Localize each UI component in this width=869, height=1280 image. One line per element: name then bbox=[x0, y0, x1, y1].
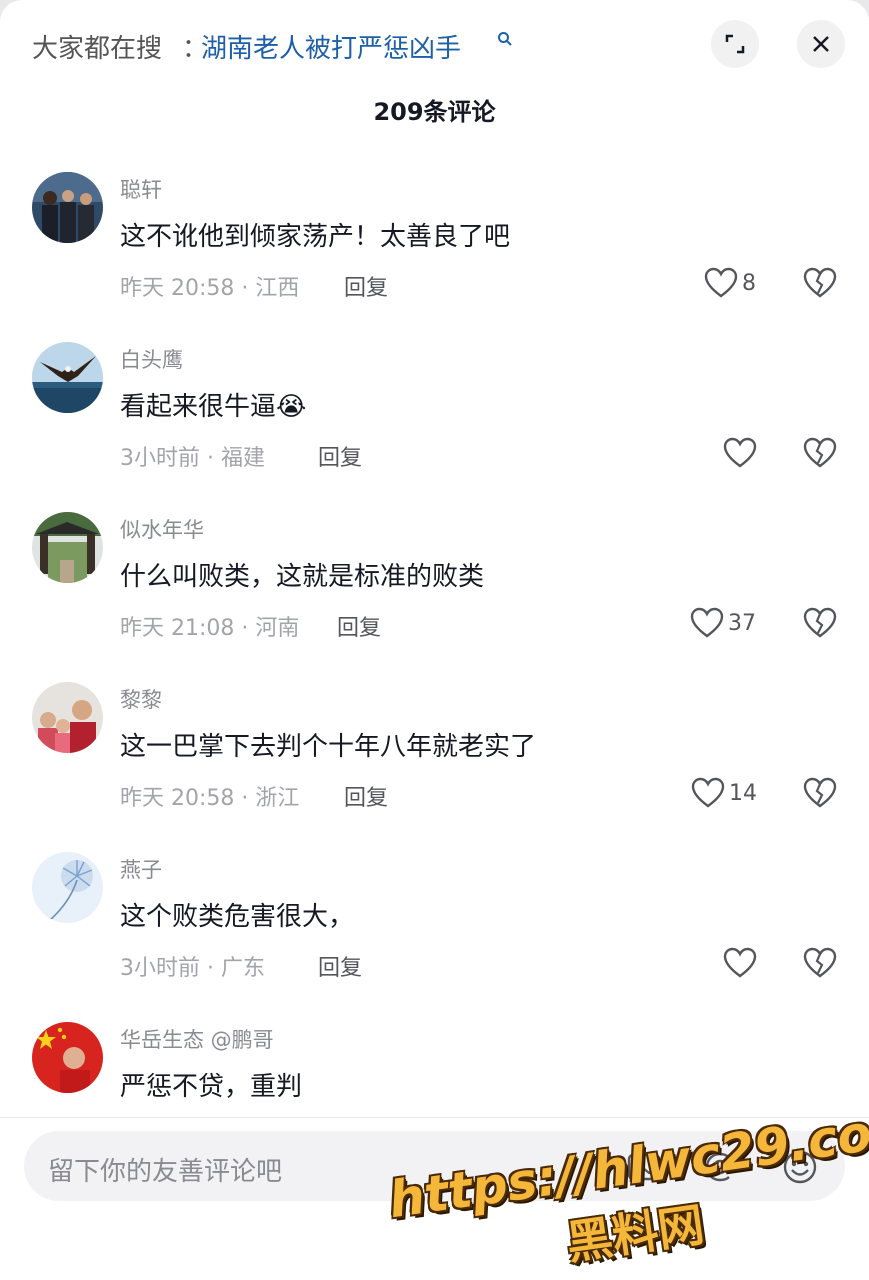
comment-meta: 昨天 21:08 · 河南 bbox=[120, 616, 300, 641]
image-icon[interactable] bbox=[624, 1147, 664, 1187]
comment-text: 这不讹他到倾家荡产！太善良了吧 bbox=[120, 222, 511, 252]
group-photo-avatar bbox=[32, 172, 103, 243]
reply-button[interactable]: 回复 bbox=[318, 440, 362, 472]
eagle-avatar bbox=[32, 342, 103, 413]
reply-button[interactable]: 回复 bbox=[344, 780, 388, 812]
avatar[interactable] bbox=[32, 512, 103, 583]
comment-sheet: 大家都在搜 ： 湖南老人被打严惩凶手 209条评论 聪轩 这不讹他到倾家荡产！太… bbox=[0, 0, 869, 1280]
comment-text: 严惩不贷，重判 bbox=[120, 1072, 303, 1102]
comment-item: 白头鹰 看起来很牛逼😭 3小时前 · 福建 回复 bbox=[0, 342, 869, 512]
watermark-site-name: 黑料网 bbox=[563, 1197, 708, 1270]
search-prefix-label: 大家都在搜 bbox=[32, 34, 163, 64]
expand-button[interactable] bbox=[711, 20, 759, 68]
comment-author[interactable]: 华岳生态 @鹏哥 bbox=[120, 1024, 274, 1054]
heart-icon bbox=[723, 947, 757, 978]
comment-item: 似水年华 什么叫败类，这就是标准的败类 昨天 21:08 · 河南 回复 37 bbox=[0, 512, 869, 682]
comment-item: 黎黎 这一巴掌下去判个十年八年就老实了 昨天 20:58 · 浙江 回复 14 bbox=[0, 682, 869, 852]
input-divider bbox=[0, 1117, 869, 1118]
dandelion-avatar bbox=[32, 852, 103, 923]
comment-count-title: 209条评论 bbox=[373, 98, 496, 126]
broken-heart-icon[interactable] bbox=[803, 436, 837, 470]
avatar[interactable] bbox=[32, 1022, 103, 1093]
comment-input-placeholder: 留下你的友善评论吧 bbox=[48, 1157, 283, 1187]
comment-item: 华岳生态 @鹏哥 严惩不贷，重判 bbox=[0, 1022, 869, 1117]
family-photo-avatar bbox=[32, 682, 103, 753]
comment-meta: 昨天 20:58 · 江西 bbox=[120, 276, 300, 301]
avatar[interactable] bbox=[32, 852, 103, 923]
heart-icon bbox=[723, 437, 757, 468]
broken-heart-icon[interactable] bbox=[803, 946, 837, 980]
comment-meta: 昨天 20:58 · 浙江 bbox=[120, 786, 300, 811]
comment-meta: 3小时前 · 福建 bbox=[120, 446, 265, 471]
comment-text: 这个败类危害很大， bbox=[120, 902, 355, 932]
comment-item: 燕子 这个败类危害很大， 3小时前 · 广东 回复 bbox=[0, 852, 869, 1022]
broken-heart-icon[interactable] bbox=[803, 266, 837, 300]
emoji-icon[interactable] bbox=[780, 1147, 820, 1187]
close-button[interactable] bbox=[797, 20, 845, 68]
comment-author[interactable]: 似水年华 bbox=[120, 514, 204, 544]
comment-text: 什么叫败类，这就是标准的败类 bbox=[120, 562, 485, 592]
heart-icon bbox=[691, 777, 725, 808]
avatar[interactable] bbox=[32, 172, 103, 243]
comment-item: 聪轩 这不讹他到倾家荡产！太善良了吧 昨天 20:58 · 江西 回复 8 bbox=[0, 172, 869, 342]
comment-meta: 3小时前 · 广东 bbox=[120, 956, 265, 981]
reply-button[interactable]: 回复 bbox=[337, 610, 381, 642]
like-button[interactable]: 8 bbox=[704, 266, 756, 300]
search-term-link[interactable]: 湖南老人被打严惩凶手 bbox=[201, 28, 461, 65]
heart-icon bbox=[704, 267, 738, 298]
broken-heart-icon[interactable] bbox=[803, 606, 837, 640]
comment-text: 这一巴掌下去判个十年八年就老实了 bbox=[120, 732, 537, 762]
avatar[interactable] bbox=[32, 342, 103, 413]
close-icon bbox=[813, 36, 829, 52]
broken-heart-icon[interactable] bbox=[803, 776, 837, 810]
at-icon[interactable] bbox=[700, 1147, 740, 1187]
comment-text: 看起来很牛逼😭 bbox=[120, 392, 307, 422]
comment-author[interactable]: 白头鹰 bbox=[120, 344, 183, 374]
garden-gate-avatar bbox=[32, 512, 103, 583]
like-count: 8 bbox=[742, 270, 756, 296]
like-count: 37 bbox=[728, 610, 756, 636]
comment-input[interactable]: 留下你的友善评论吧 bbox=[24, 1131, 845, 1201]
search-suggestion-bar[interactable]: 大家都在搜 ： 湖南老人被打严惩凶手 bbox=[0, 0, 869, 90]
like-button[interactable]: 37 bbox=[690, 606, 756, 640]
avatar[interactable] bbox=[32, 682, 103, 753]
like-button[interactable]: 14 bbox=[691, 776, 757, 810]
reply-button[interactable]: 回复 bbox=[344, 270, 388, 302]
search-icon bbox=[498, 32, 512, 46]
like-button[interactable] bbox=[723, 436, 761, 470]
comment-author[interactable]: 黎黎 bbox=[120, 684, 162, 714]
expand-icon bbox=[725, 34, 745, 54]
like-button[interactable] bbox=[723, 946, 761, 980]
reply-button[interactable]: 回复 bbox=[318, 950, 362, 982]
heart-icon bbox=[690, 607, 724, 638]
flag-portrait-avatar bbox=[32, 1022, 103, 1093]
like-count: 14 bbox=[729, 780, 757, 806]
comment-author[interactable]: 聪轩 bbox=[120, 174, 162, 204]
comment-author[interactable]: 燕子 bbox=[120, 854, 162, 884]
